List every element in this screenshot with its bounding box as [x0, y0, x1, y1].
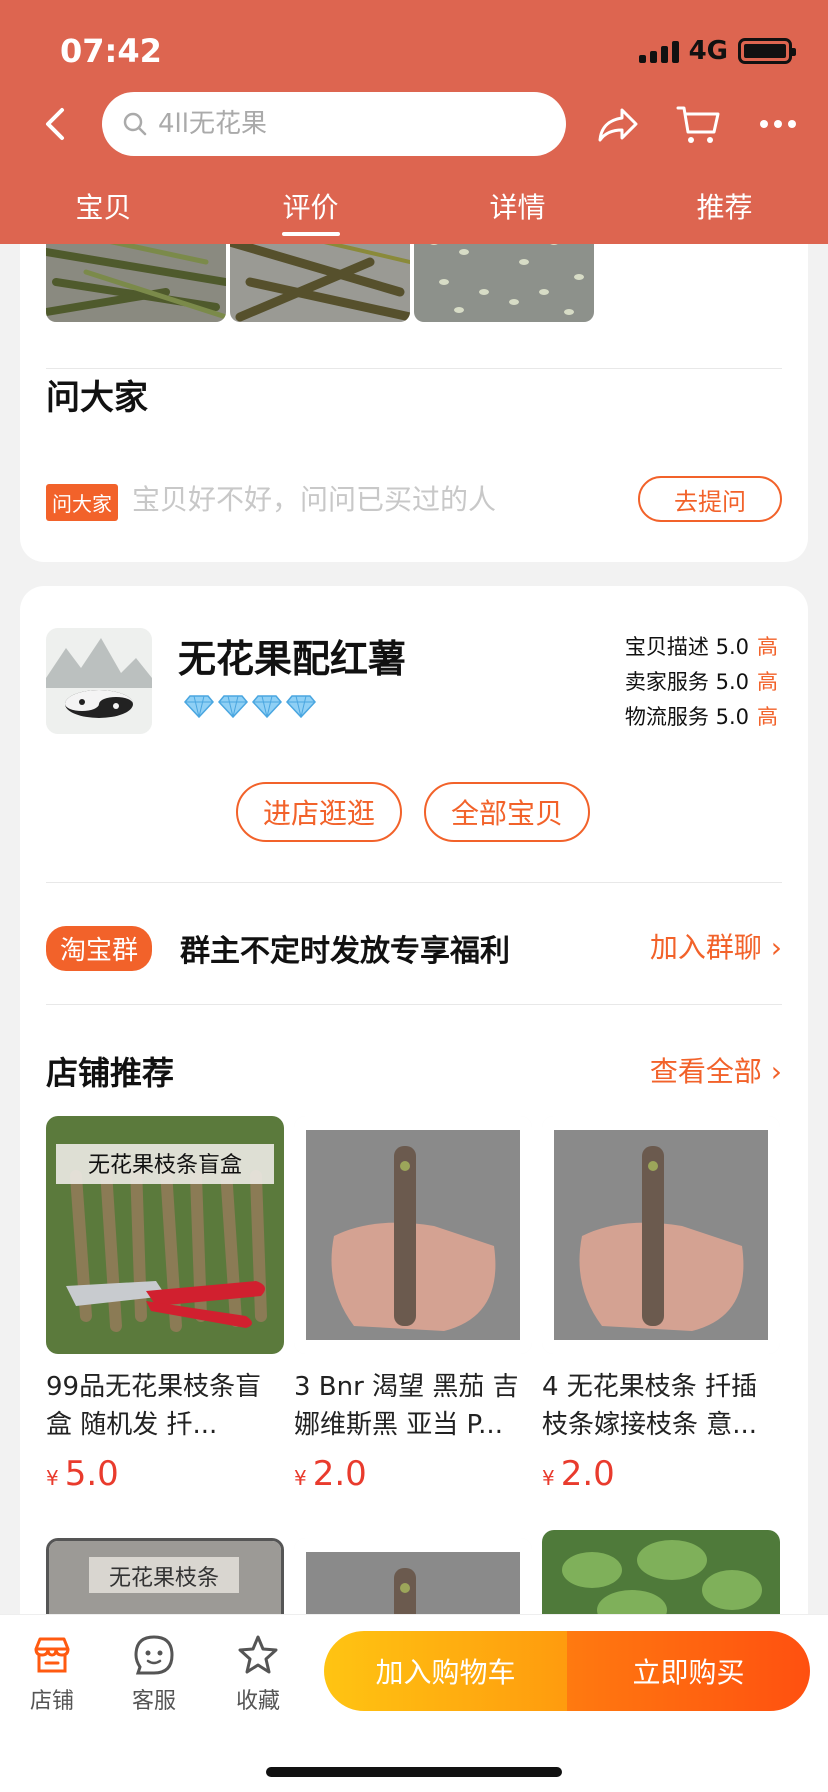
battery-icon [738, 38, 796, 64]
diamond-icon [184, 695, 214, 718]
product-image-caption: 无花果枝条 [109, 1566, 219, 1591]
star-icon [238, 1635, 278, 1674]
product-price: ¥5.0 [46, 1454, 119, 1494]
product-card[interactable]: 无花果枝条盲盒 99品无花果枝条盲盒 随机发 扦... ¥5.0 [46, 1116, 286, 1494]
product-name[interactable]: 3 Bnr 渴望 黑茄 吉娜维斯黑 亚当 P... [294, 1368, 534, 1444]
divider [46, 1004, 782, 1005]
nav-row [0, 90, 828, 158]
tab-recommend[interactable]: 推荐 [621, 186, 828, 244]
ask-question-button[interactable]: 去提问 [638, 476, 782, 522]
tab-details[interactable]: 详情 [414, 186, 621, 244]
all-items-button[interactable]: 全部宝贝 [424, 782, 590, 842]
tab-bar: 宝贝 评价 详情 推荐 [0, 186, 828, 244]
rating-row: 卖家服务 5.0 高 [624, 670, 778, 694]
product-card[interactable]: 4 无花果枝条 扦插枝条嫁接枝条 意... ¥2.0 [542, 1116, 782, 1494]
ask-badge: 问大家 [46, 484, 118, 521]
favorite-tab[interactable]: 收藏 [218, 1633, 298, 1715]
chat-face-icon [134, 1635, 174, 1675]
divider [46, 368, 782, 369]
divider [46, 882, 782, 883]
shop-recommend-title: 店铺推荐 [46, 1054, 175, 1092]
shop-ratings: 宝贝描述 5.0 高 卖家服务 5.0 高 物流服务 5.0 高 [625, 630, 778, 735]
home-indicator[interactable] [266, 1767, 562, 1777]
shop-card: 无花果配红薯 宝贝描述 5.0 高 卖家服务 5.0 高 物流服务 5.0 高 进店逛… [20, 586, 808, 1776]
favorite-tab-label: 收藏 [235, 1689, 280, 1714]
product-card[interactable]: 3 Bnr 渴望 黑茄 吉娜维斯黑 亚当 P... ¥2.0 [294, 1116, 534, 1494]
shop-tab-label: 店铺 [29, 1689, 74, 1714]
taobao-group-badge: 淘宝群 [46, 926, 153, 971]
bottom-action-bar: 店铺 客服 收藏 加入购物车 立即购买 [0, 1614, 828, 1792]
product-price: ¥2.0 [542, 1454, 615, 1494]
diamond-icon [218, 695, 248, 718]
back-icon[interactable] [36, 104, 76, 144]
store-icon [34, 1637, 70, 1673]
view-all-link[interactable]: 查看全部 › [650, 1050, 782, 1090]
product-image[interactable] [542, 1116, 780, 1354]
reviews-card: 问大家 问大家 宝贝好不好，问问已买过的人 去提问 [20, 200, 808, 562]
product-name[interactable]: 99品无花果枝条盲盒 随机发 扦... [46, 1368, 286, 1444]
more-icon[interactable] [752, 98, 804, 150]
cta-group: 加入购物车 立即购买 [324, 1631, 810, 1711]
ask-title: 问大家 [46, 378, 148, 418]
signal-icon [638, 39, 679, 63]
product-image[interactable] [294, 1116, 532, 1354]
group-description: 群主不定时发放专享福利 [180, 934, 510, 969]
top-header: 07:42 4G 宝贝 [0, 0, 828, 244]
service-tab-label: 客服 [131, 1689, 176, 1714]
shop-logo[interactable] [46, 628, 152, 734]
buy-now-button[interactable]: 立即购买 [567, 1631, 810, 1711]
tab-baobei[interactable]: 宝贝 [0, 186, 207, 244]
search-input[interactable] [158, 109, 518, 139]
diamond-icon [286, 695, 316, 718]
shop-tab[interactable]: 店铺 [12, 1633, 92, 1715]
product-price: ¥2.0 [294, 1454, 367, 1494]
diamond-icon [252, 695, 282, 718]
rating-row: 宝贝描述 5.0 高 [624, 635, 778, 659]
network-type: 4G [688, 36, 728, 66]
tab-reviews[interactable]: 评价 [207, 186, 414, 244]
product-name[interactable]: 4 无花果枝条 扦插枝条嫁接枝条 意... [542, 1368, 782, 1444]
rating-row: 物流服务 5.0 高 [624, 705, 778, 729]
status-time: 07:42 [60, 32, 162, 70]
shop-name[interactable]: 无花果配红薯 [178, 628, 406, 683]
product-image-caption: 无花果枝条盲盒 [88, 1153, 242, 1178]
service-tab[interactable]: 客服 [114, 1633, 194, 1715]
status-indicators: 4G [638, 36, 796, 66]
search-icon [123, 112, 147, 136]
shop-level-diamonds [184, 694, 316, 718]
status-bar: 07:42 4G [0, 0, 828, 100]
cart-icon[interactable] [672, 98, 724, 150]
search-bar[interactable] [102, 92, 566, 156]
add-to-cart-button[interactable]: 加入购物车 [324, 1631, 567, 1711]
visit-shop-button[interactable]: 进店逛逛 [236, 782, 402, 842]
join-group-link[interactable]: 加入群聊 › [650, 926, 782, 966]
share-icon[interactable] [592, 98, 644, 150]
ask-hint[interactable]: 宝贝好不好，问问已买过的人 [132, 478, 496, 518]
product-image[interactable]: 无花果枝条盲盒 [46, 1116, 284, 1354]
